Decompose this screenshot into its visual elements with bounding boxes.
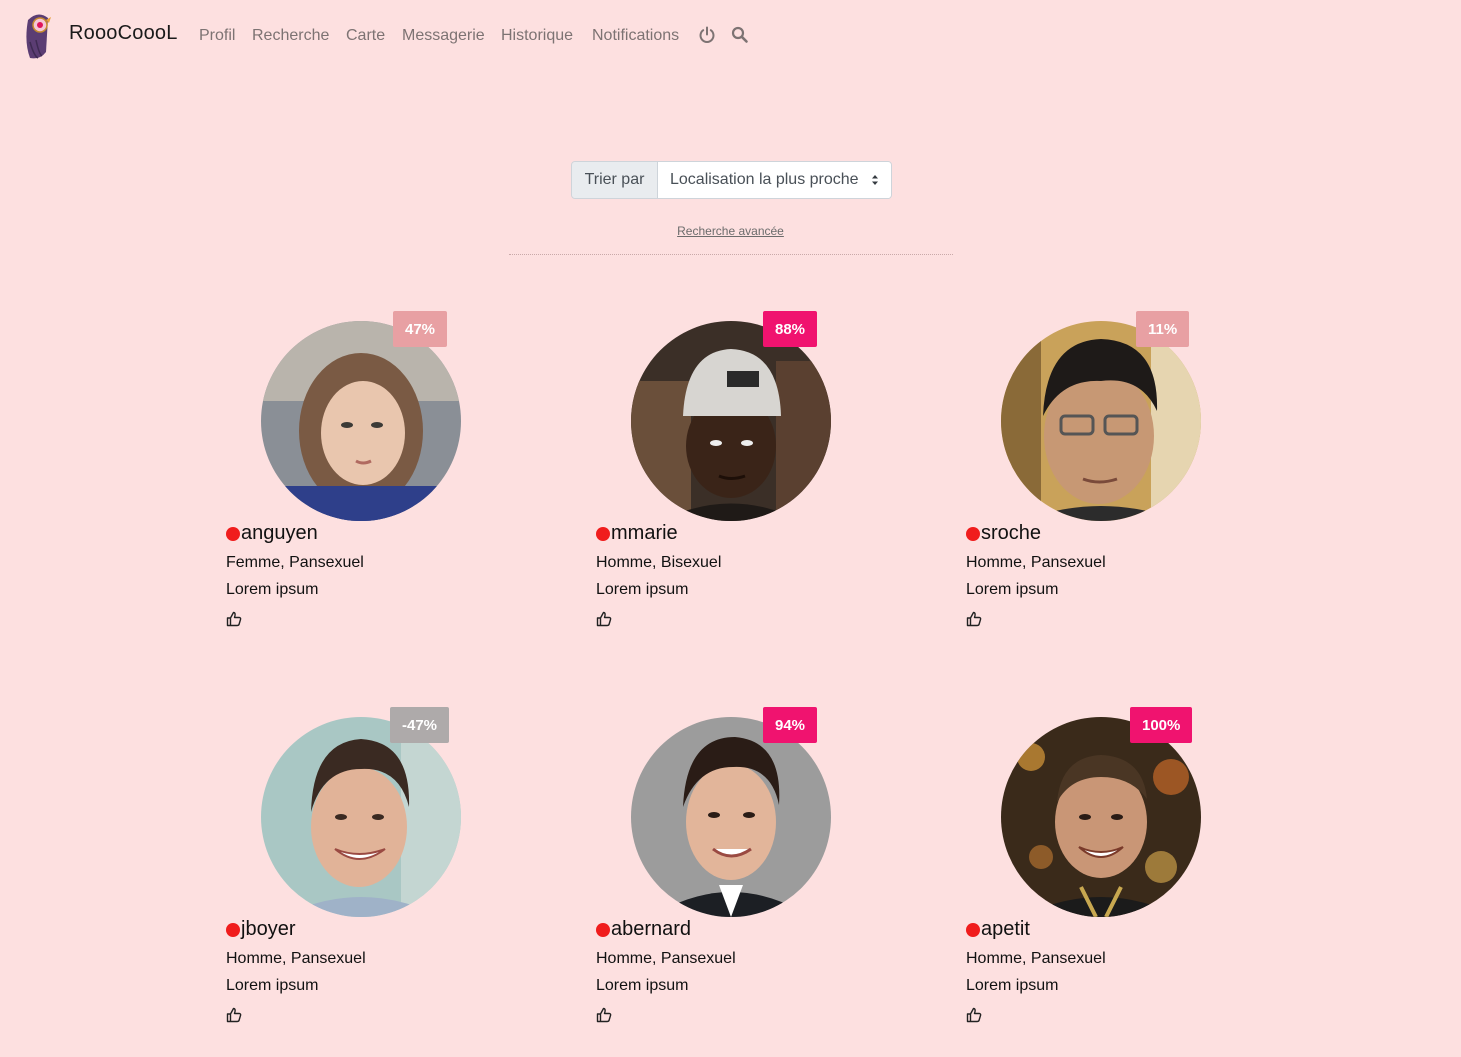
online-status-dot <box>966 526 980 541</box>
bio: Lorem ipsum <box>966 977 1059 994</box>
match-score-badge: 11% <box>1136 311 1190 347</box>
username-link[interactable]: anguyen <box>226 522 318 545</box>
online-status-dot <box>226 922 240 937</box>
profile-card: -47% jboyer Homme, Pansexuel Lorem ipsum <box>226 707 526 1057</box>
username: mmarie <box>611 522 678 544</box>
online-status-dot <box>596 526 610 541</box>
nav-carte[interactable]: Carte <box>346 27 385 45</box>
sort-control: Trier par Localisation la plus proche <box>571 161 892 199</box>
match-score-badge: -47% <box>390 707 450 743</box>
thumbs-up-icon[interactable] <box>966 611 982 627</box>
profile-photo-apetit[interactable] <box>1001 717 1201 917</box>
username-link[interactable]: abernard <box>596 918 691 941</box>
bio: Lorem ipsum <box>596 977 689 994</box>
profile-card: 47% anguyen Femme, Pansexuel Lorem ipsum <box>226 311 526 661</box>
thumbs-up-icon[interactable] <box>596 1007 612 1023</box>
gender-orientation: Homme, Pansexuel <box>966 554 1106 571</box>
match-score-badge: 47% <box>393 311 448 347</box>
profile-photo-jboyer[interactable] <box>261 717 461 917</box>
online-status-dot <box>226 526 240 541</box>
username-link[interactable]: jboyer <box>226 918 295 941</box>
profile-photo-abernard[interactable] <box>631 717 831 917</box>
username-link[interactable]: apetit <box>966 918 1030 941</box>
power-icon[interactable] <box>698 26 716 44</box>
username: apetit <box>981 918 1030 940</box>
select-arrows-icon <box>872 175 878 185</box>
bio: Lorem ipsum <box>226 977 319 994</box>
gender-orientation: Femme, Pansexuel <box>226 554 364 571</box>
bio: Lorem ipsum <box>966 581 1059 598</box>
profile-photo-mmarie[interactable] <box>631 321 831 521</box>
online-status-dot <box>966 922 980 937</box>
match-score-badge: 100% <box>1130 707 1193 743</box>
brand-name[interactable]: RoooCoooL <box>69 22 178 45</box>
thumbs-up-icon[interactable] <box>596 611 612 627</box>
gender-orientation: Homme, Pansexuel <box>226 950 366 967</box>
thumbs-up-icon[interactable] <box>226 1007 242 1023</box>
bio: Lorem ipsum <box>226 581 319 598</box>
username: sroche <box>981 522 1042 544</box>
owl-logo-icon[interactable] <box>20 12 56 60</box>
sort-select[interactable]: Localisation la plus proche <box>658 162 891 198</box>
online-status-dot <box>596 922 610 937</box>
nav-recherche[interactable]: Recherche <box>252 27 329 45</box>
username-link[interactable]: mmarie <box>596 522 678 545</box>
profile-card: 11% sroche Homme, Pansexuel Lorem ipsum <box>966 311 1266 661</box>
nav-historique[interactable]: Historique <box>501 27 573 45</box>
profile-card: 94% abernard Homme, Pansexuel Lorem ipsu… <box>596 707 896 1057</box>
username: jboyer <box>241 918 296 940</box>
nav-notifications[interactable]: Notifications <box>592 27 679 45</box>
gender-orientation: Homme, Pansexuel <box>596 950 736 967</box>
divider <box>509 254 953 255</box>
sort-label: Trier par <box>572 162 658 198</box>
navbar: RoooCoooL Profil Recherche Carte Message… <box>0 0 1461 72</box>
match-score-badge: 94% <box>763 707 818 743</box>
sort-selected-value: Localisation la plus proche <box>670 171 859 188</box>
advanced-search-link[interactable]: Recherche avancée <box>677 224 784 238</box>
profile-card: 100% apetit Homme, Pansexuel Lorem ipsum <box>966 707 1266 1057</box>
nav-messagerie[interactable]: Messagerie <box>402 27 485 45</box>
advanced-search-wrapper: Recherche avancée <box>0 224 1461 238</box>
gender-orientation: Homme, Bisexuel <box>596 554 722 571</box>
username: abernard <box>611 918 692 940</box>
username: anguyen <box>241 522 318 544</box>
thumbs-up-icon[interactable] <box>966 1007 982 1023</box>
profile-card: 88% mmarie Homme, Bisexuel Lorem ipsum <box>596 311 896 661</box>
gender-orientation: Homme, Pansexuel <box>966 950 1106 967</box>
bio: Lorem ipsum <box>596 581 689 598</box>
profile-photo-sroche[interactable] <box>1001 321 1201 521</box>
nav-profil[interactable]: Profil <box>199 27 235 45</box>
search-icon[interactable] <box>731 26 749 44</box>
thumbs-up-icon[interactable] <box>226 611 242 627</box>
match-score-badge: 88% <box>763 311 818 347</box>
profile-photo-anguyen[interactable] <box>261 321 461 521</box>
username-link[interactable]: sroche <box>966 522 1041 545</box>
